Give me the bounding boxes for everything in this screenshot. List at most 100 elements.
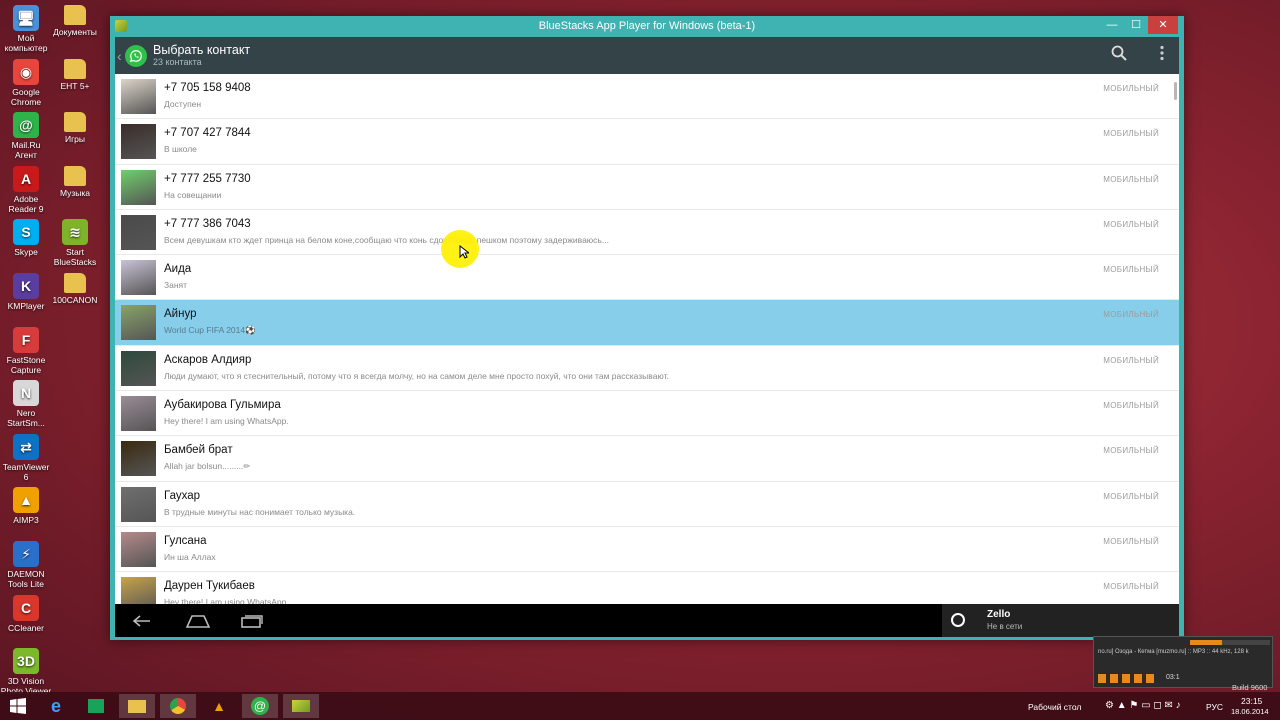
desktop-icon[interactable]: ≋ Start BlueStacks — [49, 219, 101, 267]
contact-row[interactable]: Аида Занят МОБИЛЬНЫЙ — [115, 255, 1179, 301]
avatar — [121, 124, 156, 160]
contact-row[interactable]: Гаухар В трудные минуты нас понимает толь… — [115, 482, 1179, 527]
player-time: 03:1 — [1166, 674, 1180, 681]
contact-phone-type: МОБИЛЬНЫЙ — [1103, 582, 1159, 592]
contact-row[interactable]: +7 707 427 7844 В школе МОБИЛЬНЫЙ — [115, 119, 1179, 165]
chrome-taskbar-icon[interactable] — [160, 694, 196, 718]
contact-phone-type: МОБИЛЬНЫЙ — [1103, 310, 1159, 320]
desktop-icon[interactable]: K KMPlayer — [0, 273, 52, 311]
contact-name: Гулсана — [164, 534, 207, 547]
contact-name: Аида — [164, 263, 192, 276]
ie-icon[interactable]: e — [38, 694, 74, 718]
start-button[interactable] — [0, 694, 36, 718]
contact-phone-type: МОБИЛЬНЫЙ — [1103, 446, 1159, 456]
tray-icons[interactable]: ⚙ ▲ ⚑ ▭ ◻ ✉ ♪ — [1105, 700, 1181, 711]
desktop-icon[interactable]: ⚡ DAEMON Tools Lite — [0, 541, 52, 589]
bluestacks-window: BlueStacks App Player for Windows (beta-… — [110, 16, 1184, 640]
avatar — [121, 214, 156, 250]
desktop-icon[interactable]: ЕНТ 5+ — [49, 58, 101, 91]
contact-status: Allah jar bolsun.........✏ — [164, 461, 251, 472]
bluestacks-taskbar-icon[interactable] — [283, 694, 319, 718]
desktop-icon[interactable]: S Skype — [0, 219, 52, 257]
clock-time[interactable]: 23:15 — [1241, 696, 1262, 706]
whatsapp-logo-icon[interactable] — [125, 44, 147, 67]
desktop-icon[interactable]: C CCleaner — [0, 594, 52, 633]
close-button[interactable]: ✕ — [1148, 16, 1178, 34]
window-controls: — ☐ ✕ — [1100, 16, 1178, 37]
store-icon[interactable] — [78, 694, 114, 718]
aimp-taskbar-icon[interactable]: ▲ — [201, 694, 237, 718]
desktop-toolbar-label[interactable]: Рабочий стол — [1028, 702, 1081, 712]
desktop-icon-label: Mail.Ru Агент — [11, 140, 41, 161]
desktop-icon[interactable]: ▲ AIMP3 — [0, 487, 52, 525]
app-icon: F — [13, 326, 39, 353]
app-icon: ≋ — [62, 219, 88, 246]
language-indicator[interactable]: РУС — [1206, 702, 1223, 712]
contact-name: +7 777 255 7730 — [164, 172, 251, 185]
app-icon: ▲ — [13, 487, 39, 514]
desktop-icon[interactable]: Музыка — [49, 165, 101, 198]
overflow-menu-icon[interactable] — [1159, 45, 1165, 66]
back-chevron-icon[interactable]: ‹ — [117, 48, 125, 64]
contact-row[interactable]: +7 705 158 9408 Доступен МОБИЛЬНЫЙ — [115, 74, 1179, 120]
window-titlebar[interactable]: BlueStacks App Player for Windows (beta-… — [110, 16, 1184, 37]
media-player[interactable]: no.ru] Озода - Кетма [muzmo.ru] :: MP3 :… — [1093, 636, 1273, 688]
zello-notification[interactable]: Zello Не в сети — [942, 604, 1179, 637]
contact-row[interactable]: Гулсана Ин ша Аллах МОБИЛЬНЫЙ — [115, 527, 1179, 573]
avatar — [121, 396, 156, 432]
desktop-icon[interactable]: ◉ Google Chrome — [0, 58, 52, 107]
desktop-icon[interactable]: F FastStone Capture — [0, 326, 52, 375]
desktop-icon[interactable]: A Adobe Reader 9 — [0, 165, 52, 214]
minimize-button[interactable]: — — [1100, 16, 1124, 34]
home-nav-icon[interactable] — [183, 611, 213, 631]
search-icon[interactable] — [1111, 45, 1127, 66]
contact-status: В трудные минуты нас понимает только муз… — [164, 506, 356, 517]
contact-status: World Cup FIFA 2014⚽ — [164, 325, 256, 336]
desktop-icon-label: KMPlayer — [7, 301, 45, 311]
contact-status: На совещании — [164, 189, 222, 200]
contact-row[interactable]: +7 777 386 7043 Всем девушкам кто ждет пр… — [115, 210, 1179, 256]
contact-row[interactable]: Айнур World Cup FIFA 2014⚽ МОБИЛЬНЫЙ — [115, 300, 1179, 346]
desktop-icon[interactable]: 100CANON — [49, 273, 101, 305]
player-controls[interactable] — [1098, 674, 1158, 683]
desktop-icon[interactable]: @ Mail.Ru Агент — [0, 112, 52, 160]
desktop-icon[interactable]: Документы — [49, 5, 101, 37]
contact-name: Аубакирова Гульмира — [164, 399, 281, 412]
desktop-icon[interactable]: 🖥 Мой компьютер — [0, 5, 52, 53]
desktop-icon[interactable]: 3D3D Vision Photo Viewer — [0, 648, 52, 696]
folder-icon — [64, 58, 86, 79]
contact-row[interactable]: Аубакирова Гульмира Hey there! I am using… — [115, 391, 1179, 437]
file-explorer-icon[interactable] — [119, 694, 155, 718]
contact-list[interactable]: +7 705 158 9408 Доступен МОБИЛЬНЫЙ +7 707 4… — [115, 74, 1179, 604]
app-icon: A — [13, 165, 39, 192]
desktop-icon[interactable]: ⇄ TeamViewer 6 — [0, 433, 52, 482]
notification-subtitle: Не в сети — [987, 622, 1023, 631]
contact-phone-type: МОБИЛЬНЫЙ — [1103, 129, 1159, 139]
contact-name: Айнур — [164, 308, 197, 321]
contact-status: Hey there! I am using WhatsApp. — [164, 597, 289, 604]
desktop-icon-label: DAEMON Tools Lite — [7, 569, 45, 589]
back-nav-icon[interactable] — [129, 611, 159, 631]
player-progress[interactable] — [1190, 640, 1270, 645]
contact-row[interactable]: Даурен Тукибаев Hey there! I am using Wha… — [115, 572, 1179, 604]
contact-count: 23 контакта — [153, 57, 202, 67]
contact-status: Занят — [164, 280, 188, 291]
contact-status: Всем девушкам кто ждет принца на белом к… — [164, 234, 609, 245]
contact-phone-type: МОБИЛЬНЫЙ — [1103, 265, 1159, 275]
desktop-icon-label: 100CANON — [52, 295, 98, 305]
contact-status: Ин ша Аллах — [164, 551, 216, 562]
desktop-icon-label: Start BlueStacks — [53, 247, 97, 268]
mailru-taskbar-icon[interactable]: @ — [242, 694, 278, 718]
contact-row[interactable]: Аскаров Алдияр Люди думают, что я стеснит… — [115, 346, 1179, 392]
desktop-icon[interactable]: Игры — [49, 112, 101, 144]
desktop-icon-label: Adobe Reader 9 — [8, 193, 44, 214]
app-icon: N — [13, 380, 39, 407]
clock-date: 18.06.2014 — [1231, 707, 1269, 716]
contact-row[interactable]: Бамбей брат Allah jar bolsun.........✏ МОБ… — [115, 436, 1179, 482]
desktop-icon[interactable]: N Nero StartSm... — [0, 380, 52, 428]
contact-row[interactable]: +7 777 255 7730 На совещании МОБИЛЬНЫЙ — [115, 165, 1179, 210]
maximize-button[interactable]: ☐ — [1124, 16, 1148, 34]
contact-name: Аскаров Алдияр — [164, 353, 252, 366]
recent-apps-nav-icon[interactable] — [237, 611, 267, 631]
contact-phone-type: МОБИЛЬНЫЙ — [1103, 84, 1159, 93]
